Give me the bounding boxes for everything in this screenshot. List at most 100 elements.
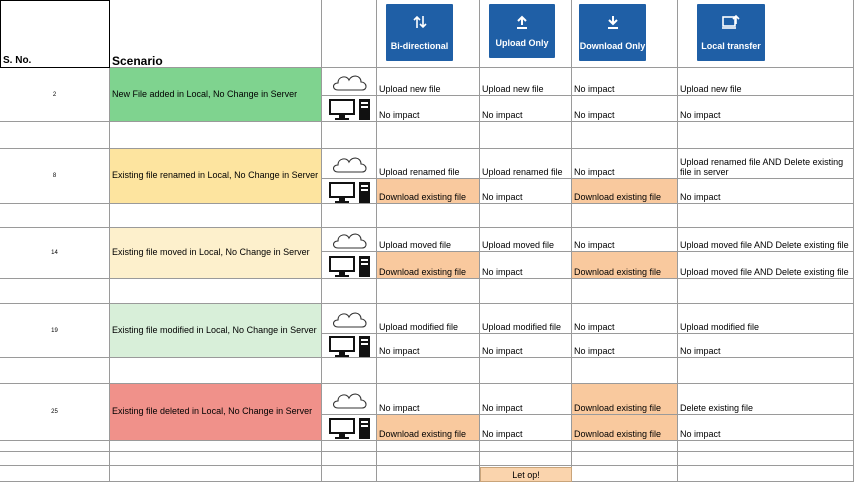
empty-cell[interactable] xyxy=(572,466,678,482)
empty-cell[interactable] xyxy=(377,358,480,384)
local-result-cell[interactable]: No impact xyxy=(480,96,572,122)
local-result-cell[interactable]: No impact xyxy=(480,252,572,279)
empty-cell[interactable] xyxy=(377,122,480,149)
header-sno[interactable]: S. No. xyxy=(0,0,110,68)
empty-cell[interactable] xyxy=(0,466,110,482)
empty-cell[interactable] xyxy=(0,358,110,384)
empty-cell[interactable] xyxy=(678,452,854,466)
empty-cell[interactable] xyxy=(572,204,678,228)
scenario-cell[interactable]: Existing file renamed in Local, No Chang… xyxy=(110,149,322,204)
empty-cell[interactable] xyxy=(110,441,322,452)
local-result-cell[interactable]: No impact xyxy=(678,334,854,358)
local-result-cell[interactable]: No impact xyxy=(480,179,572,204)
empty-cell[interactable] xyxy=(480,122,572,149)
scenario-cell[interactable]: Existing file moved in Local, No Change … xyxy=(110,228,322,279)
empty-cell[interactable] xyxy=(572,122,678,149)
empty-cell[interactable] xyxy=(0,452,110,466)
sno-cell[interactable]: 2 xyxy=(0,68,110,122)
local-result-cell[interactable]: Download existing file xyxy=(572,252,678,279)
cloud-result-cell[interactable]: No impact xyxy=(480,384,572,415)
empty-cell[interactable] xyxy=(377,204,480,228)
cloud-result-cell[interactable]: No impact xyxy=(572,228,678,252)
local-result-cell[interactable]: No impact xyxy=(572,96,678,122)
empty-cell[interactable] xyxy=(572,441,678,452)
empty-cell[interactable] xyxy=(110,122,322,149)
empty-cell[interactable] xyxy=(377,279,480,304)
local-result-cell[interactable]: Download existing file xyxy=(377,415,480,441)
empty-cell[interactable] xyxy=(572,279,678,304)
cloud-result-cell[interactable]: Download existing file xyxy=(572,384,678,415)
local-result-cell[interactable]: No impact xyxy=(678,179,854,204)
empty-cell[interactable] xyxy=(377,452,480,466)
sno-cell[interactable]: 19 xyxy=(0,304,110,358)
bidirectional-mode-button[interactable]: Bi-directional xyxy=(386,4,453,61)
empty-cell[interactable] xyxy=(377,441,480,452)
empty-cell[interactable] xyxy=(110,452,322,466)
empty-cell[interactable] xyxy=(0,441,110,452)
empty-cell[interactable] xyxy=(0,204,110,228)
upload-only-mode-button[interactable]: Upload Only xyxy=(489,4,555,58)
local-result-cell[interactable]: No impact xyxy=(572,334,678,358)
empty-cell[interactable] xyxy=(678,122,854,149)
local-result-cell[interactable]: No impact xyxy=(678,96,854,122)
scenario-cell[interactable]: Existing file deleted in Local, No Chang… xyxy=(110,384,322,441)
cloud-result-cell[interactable]: Upload modified file xyxy=(678,304,854,334)
download-only-mode-button[interactable]: Download Only xyxy=(579,4,646,61)
cloud-result-cell[interactable]: Upload renamed file AND Delete existing … xyxy=(678,149,854,179)
scenario-cell[interactable]: Existing file modified in Local, No Chan… xyxy=(110,304,322,358)
let-op-button[interactable]: Let op! xyxy=(480,467,572,482)
sno-cell[interactable]: 14 xyxy=(0,228,110,279)
local-result-cell[interactable]: Download existing file xyxy=(572,415,678,441)
sno-cell[interactable]: 8 xyxy=(0,149,110,204)
local-result-cell[interactable]: Download existing file xyxy=(377,179,480,204)
local-result-cell[interactable]: No impact xyxy=(377,334,480,358)
cloud-result-cell[interactable]: Delete existing file xyxy=(678,384,854,415)
local-result-cell[interactable]: Download existing file xyxy=(572,179,678,204)
empty-cell[interactable] xyxy=(322,122,377,149)
cloud-result-cell[interactable]: Upload renamed file xyxy=(377,149,480,179)
cloud-result-cell[interactable]: Upload new file xyxy=(480,68,572,96)
cloud-result-cell[interactable]: No impact xyxy=(572,304,678,334)
empty-cell[interactable] xyxy=(678,441,854,452)
empty-cell[interactable] xyxy=(110,358,322,384)
empty-cell[interactable] xyxy=(480,358,572,384)
empty-cell[interactable] xyxy=(322,452,377,466)
cloud-result-cell[interactable]: No impact xyxy=(572,68,678,96)
empty-cell[interactable] xyxy=(110,204,322,228)
empty-cell[interactable] xyxy=(322,279,377,304)
empty-cell[interactable] xyxy=(322,441,377,452)
empty-cell[interactable] xyxy=(678,204,854,228)
empty-cell[interactable] xyxy=(572,452,678,466)
empty-cell[interactable] xyxy=(572,358,678,384)
local-result-cell[interactable]: Upload moved file AND Delete existing fi… xyxy=(678,252,854,279)
cloud-result-cell[interactable]: Upload moved file AND Delete existing fi… xyxy=(678,228,854,252)
empty-cell[interactable] xyxy=(322,358,377,384)
local-result-cell[interactable]: No impact xyxy=(480,334,572,358)
empty-cell[interactable] xyxy=(110,279,322,304)
header-cell[interactable] xyxy=(322,0,377,68)
empty-cell[interactable] xyxy=(678,466,854,482)
local-result-cell[interactable]: No impact xyxy=(480,415,572,441)
local-result-cell[interactable]: No impact xyxy=(678,415,854,441)
empty-cell[interactable] xyxy=(322,466,377,482)
local-result-cell[interactable]: Download existing file xyxy=(377,252,480,279)
cloud-result-cell[interactable]: Upload moved file xyxy=(480,228,572,252)
scenario-cell[interactable]: New File added in Local, No Change in Se… xyxy=(110,68,322,122)
local-result-cell[interactable]: No impact xyxy=(377,96,480,122)
cloud-result-cell[interactable]: Upload modified file xyxy=(480,304,572,334)
empty-cell[interactable] xyxy=(0,122,110,149)
empty-cell[interactable] xyxy=(480,441,572,452)
empty-cell[interactable] xyxy=(678,279,854,304)
empty-cell[interactable] xyxy=(110,466,322,482)
cloud-result-cell[interactable]: No impact xyxy=(377,384,480,415)
cloud-result-cell[interactable]: No impact xyxy=(572,149,678,179)
cloud-result-cell[interactable]: Upload renamed file xyxy=(480,149,572,179)
cloud-result-cell[interactable]: Upload moved file xyxy=(377,228,480,252)
cloud-result-cell[interactable]: Upload modified file xyxy=(377,304,480,334)
empty-cell[interactable] xyxy=(678,358,854,384)
empty-cell[interactable] xyxy=(480,204,572,228)
cloud-result-cell[interactable]: Upload new file xyxy=(377,68,480,96)
sno-cell[interactable]: 25 xyxy=(0,384,110,441)
empty-cell[interactable] xyxy=(480,452,572,466)
empty-cell[interactable] xyxy=(0,279,110,304)
